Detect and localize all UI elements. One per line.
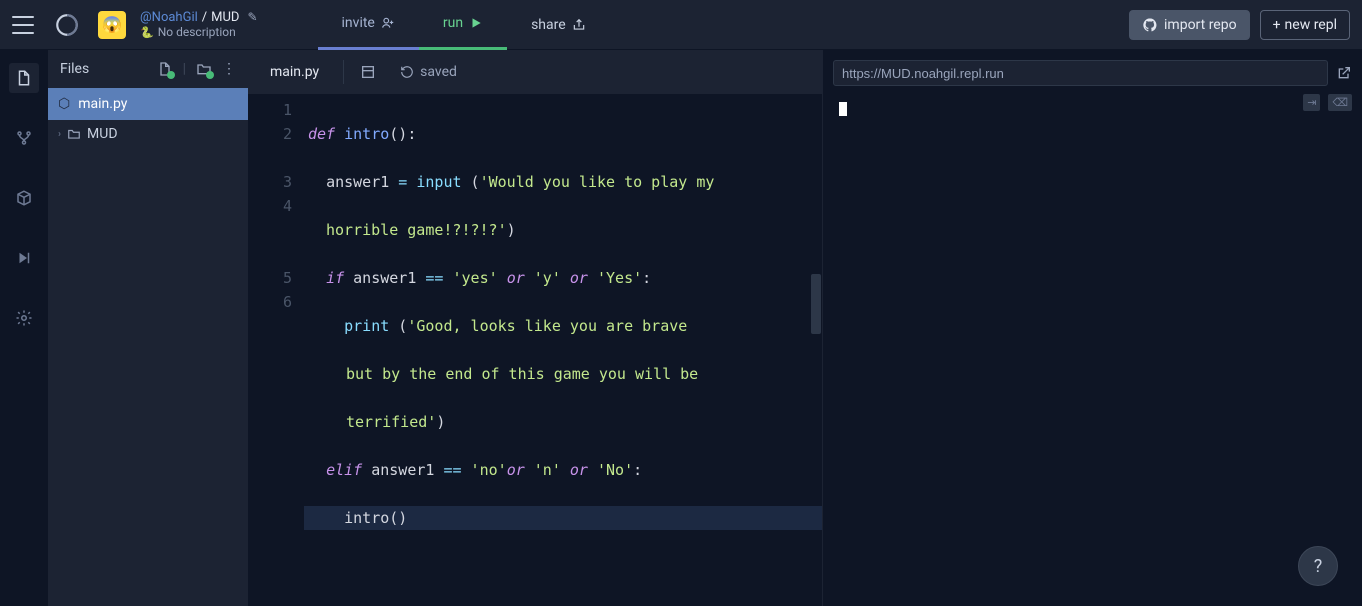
avatar: 😱 [98,11,126,39]
project-name[interactable]: MUD [211,10,239,26]
help-button[interactable]: ? [1298,546,1338,586]
project-description: No description [158,25,236,39]
folder-name: MUD [87,126,118,142]
console-output[interactable]: ⇥ ⌫ [823,88,1362,606]
folder-mud[interactable]: › MUD [48,120,248,148]
user-link[interactable]: @NoahGil [140,10,198,26]
files-tab[interactable] [0,62,48,94]
file-icon [15,69,33,87]
new-file-button[interactable] [157,61,173,77]
new-folder-button[interactable] [196,61,212,77]
new-repl-button[interactable]: + new repl [1260,10,1350,40]
invite-button[interactable]: invite [318,0,419,50]
github-icon [1142,17,1158,33]
code-editor[interactable]: 1 2 3 4 5 6 def intro(): answer1 = input… [248,94,822,606]
scrollbar[interactable] [811,274,821,334]
file-name: main.py [78,96,127,112]
code-content[interactable]: def intro(): answer1 = input ('Would you… [304,94,822,606]
project-separator: / [202,10,207,26]
console-input-button[interactable]: ⇥ [1303,94,1320,111]
external-link-icon [1336,65,1352,81]
cursor [839,102,847,116]
layout-icon [360,64,376,80]
history-icon [400,65,414,79]
import-repo-button[interactable]: import repo [1129,10,1250,40]
open-external-button[interactable] [1336,65,1352,81]
add-user-icon [381,16,395,30]
plus-icon: + [1273,17,1281,33]
debug-icon [15,249,33,267]
saved-indicator: saved [400,64,457,80]
run-button[interactable]: run [419,0,507,50]
gear-icon [15,309,33,327]
line-gutter: 1 2 3 4 5 6 [248,94,304,606]
layout-button[interactable] [360,64,376,80]
files-more-button[interactable]: ⋮ [222,61,236,77]
console-clear-button[interactable]: ⌫ [1328,94,1352,111]
folder-icon [67,127,81,141]
chevron-right-icon: › [58,129,61,140]
replit-logo [52,10,82,40]
menu-button[interactable] [12,16,34,34]
files-title: Files [60,61,89,77]
packages-tab[interactable] [0,182,48,214]
edit-icon[interactable]: ✎ [247,10,257,24]
project-info: @NoahGil/MUD ✎ 🐍 No description [140,10,258,40]
debugger-tab[interactable] [0,242,48,274]
version-control-tab[interactable] [0,122,48,154]
share-icon [572,18,586,32]
editor-tab-main[interactable]: main.py [262,60,327,84]
repl-url-input[interactable] [833,60,1328,86]
share-button[interactable]: share [507,0,610,50]
package-icon [15,189,33,207]
branch-icon [15,129,33,147]
play-icon [469,16,483,30]
python-file-icon: ⬡ [58,96,70,112]
settings-tab[interactable] [0,302,48,334]
file-main-py[interactable]: ⬡ main.py [48,88,248,120]
python-icon: 🐍 [140,26,154,39]
